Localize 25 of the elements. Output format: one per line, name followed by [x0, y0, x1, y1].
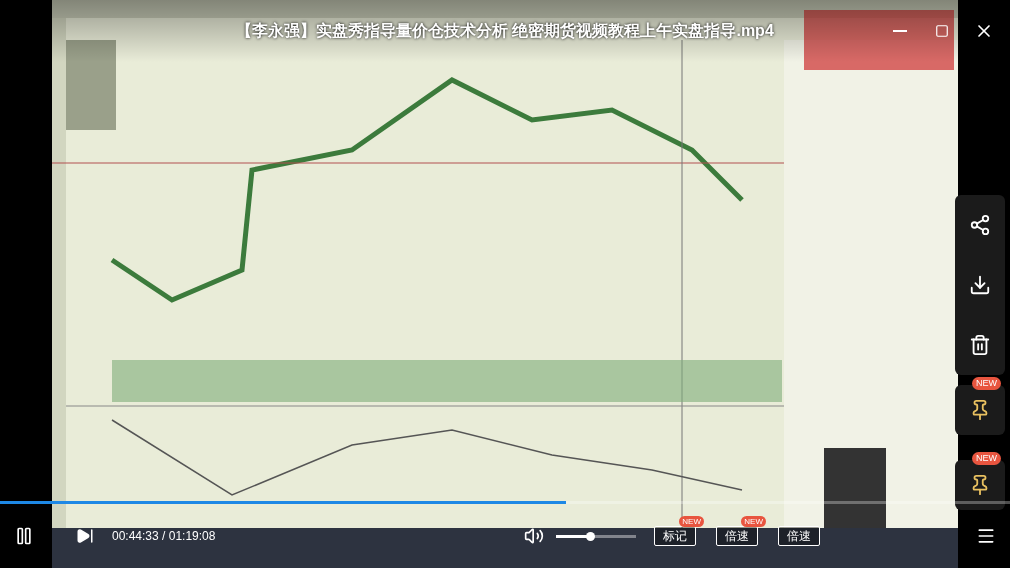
- new-badge: NEW: [741, 516, 766, 527]
- minimize-icon: [893, 30, 907, 32]
- volume-icon: [524, 526, 544, 546]
- new-badge: NEW: [679, 516, 704, 527]
- share-icon: [969, 214, 991, 236]
- video-title: 【李永强】实盘秀指导量价仓技术分析 绝密期货视频教程上午实盘指导.mp4: [236, 20, 775, 42]
- pause-button[interactable]: [14, 526, 34, 546]
- next-button[interactable]: [76, 527, 94, 545]
- volume-slider[interactable]: [556, 534, 636, 538]
- new-badge: NEW: [972, 377, 1001, 390]
- player-button[interactable]: 倍速: [778, 526, 820, 546]
- delete-icon: [969, 334, 991, 356]
- new-badge: NEW: [972, 452, 1001, 465]
- player-button[interactable]: 倍速: [716, 526, 758, 546]
- volume-button[interactable]: [524, 526, 544, 546]
- download-icon: [969, 274, 991, 296]
- player-button[interactable]: 标记: [654, 526, 696, 546]
- progress-bar[interactable]: [0, 501, 1010, 504]
- pause-icon: [14, 526, 34, 546]
- volume-thumb[interactable]: [585, 531, 595, 541]
- skip-forward-icon: [76, 527, 94, 545]
- menu-button[interactable]: [976, 526, 996, 546]
- menu-icon: [976, 526, 996, 546]
- maximize-icon: [935, 24, 949, 38]
- time-display: 00:44:33 / 01:19:08: [112, 529, 216, 543]
